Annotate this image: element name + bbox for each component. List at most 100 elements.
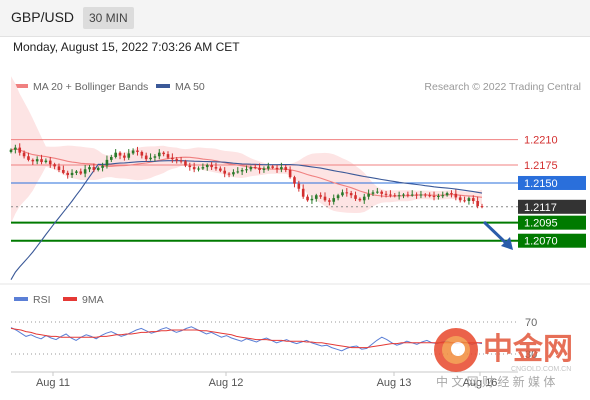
candle-body [83,169,87,174]
candle-body [166,154,170,158]
candle-body [18,147,22,153]
watermark-sub: 中 文 网 财 经 新 媒 体 [436,374,555,389]
candle-body [179,160,183,162]
candle-body [162,152,165,155]
ma20-legend-label: MA 20 + Bollinger Bands [33,81,148,93]
candle-body [384,193,388,195]
candle-body [62,169,65,173]
candle-body [57,166,61,170]
candle-body [419,194,423,196]
candle-body [345,192,349,194]
chart-widget: GBP/USD 30 MIN Monday, August 15, 2022 7… [0,0,590,400]
candle-body [437,195,440,197]
candle-body [410,194,414,196]
candle-body [432,195,436,197]
watermark: 中金网 CNGOLD.COM.CN 中 文 网 财 经 新 媒 体 [434,328,573,389]
candle-body [227,173,231,175]
candle-body [9,149,13,152]
candle-body [118,152,122,156]
candle-body [232,172,235,175]
candle-body [428,195,431,197]
candle-body [197,168,200,170]
candle-body [423,194,427,196]
candle-body [288,169,292,178]
candle-body [66,172,70,176]
level-label-1.2150: 1.2150 [524,178,558,190]
candle-body [175,159,179,161]
candle-body [275,167,279,170]
level-label-1.2095: 1.2095 [524,218,558,230]
candle-body [123,155,126,158]
x-tick-label: Aug 11 [36,377,70,389]
candle-body [205,164,209,168]
candle-body [96,167,100,170]
candle-body [48,160,52,165]
candle-body [406,194,410,196]
candle-body [88,167,91,170]
watermark-url: CNGOLD.COM.CN [511,366,571,373]
candle-body [92,167,96,170]
candle-body [105,159,109,166]
bollinger-bands [11,76,482,224]
candle-body [271,166,274,168]
candle-body [471,198,475,202]
candle-body [362,196,366,201]
rsi-level-label: 70 [525,317,537,329]
candle-body [358,198,362,201]
ma50-legend-swatch [156,84,170,88]
candle-body [336,195,340,199]
candle-body [284,167,288,170]
candle-body [280,167,283,170]
rsi-legend-label: RSI [33,294,51,306]
watermark-text: 中金网 [483,332,573,366]
candle-body [219,168,222,171]
rsi-lines [10,326,483,352]
candle-body [14,147,17,150]
candle-body [149,157,152,160]
candle-body [341,192,344,196]
candle-body [463,200,466,202]
candle-body [253,167,257,169]
candle-body [441,195,445,197]
candle-body [306,196,309,201]
bollinger-band-area [11,76,482,224]
candle-body [157,152,161,157]
candle-body [240,169,244,172]
candle-body [144,155,148,160]
candle-body [214,167,218,169]
candle-body [415,194,418,196]
candle-body [114,152,117,158]
rsi-line [10,326,483,352]
candle-body [467,198,471,202]
candle-body [393,195,397,197]
candle-body [349,193,353,196]
rsi9-legend-swatch [63,297,77,301]
candle-body [454,193,458,198]
candle-body [293,177,296,184]
candle-body [371,192,375,194]
candle-body [192,167,196,170]
candle-body [258,167,261,170]
candle-body [323,196,327,201]
candle-body [301,188,305,197]
candle-body [184,161,187,166]
candle-body [297,183,301,189]
candle-body [445,193,449,196]
candle-body [328,200,331,202]
forecast-arrow [482,220,513,250]
candle-body [31,159,35,162]
candle-body [476,201,479,207]
candle-body [127,153,131,158]
candle-body [201,167,205,169]
candle-body [450,193,453,195]
candle-body [223,170,227,174]
candle-body [171,157,174,160]
candle-body [136,150,139,152]
candle-body [40,159,43,163]
candle-body [236,171,240,173]
candle-body [140,151,144,156]
candle-body [354,195,357,199]
candle-body [53,164,56,167]
x-axis-ticks: Aug 11 Aug 12 Aug 13 Aug 16 [36,372,497,389]
chart-credit: Research © 2022 Trading Central [424,81,581,93]
